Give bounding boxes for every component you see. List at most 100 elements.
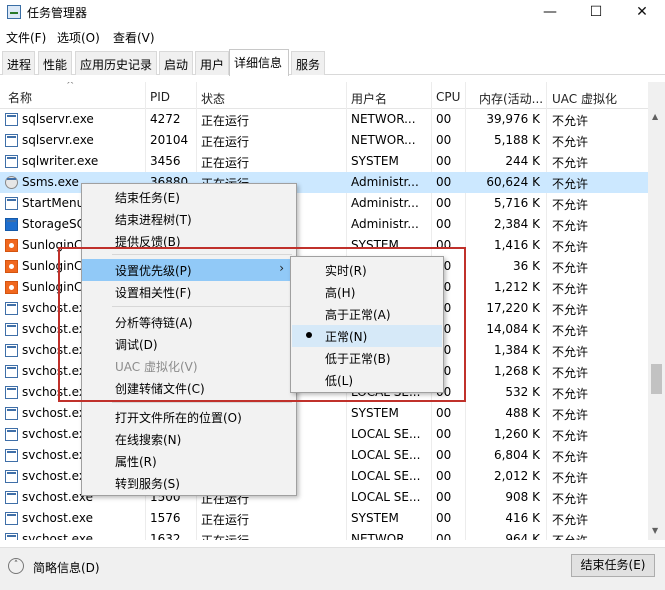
process-icon [5,134,18,147]
menu-view[interactable]: 查看(V) [113,29,155,46]
cell-uac: 不允许 [552,408,589,422]
window-title: 任务管理器 [27,6,88,20]
cell-memory: 6,804 K [493,448,540,462]
process-icon [5,344,18,357]
menu-item-label: 结束进程树(T) [115,213,192,227]
menu-item-properties[interactable]: 属性(R) [82,450,296,472]
minimize-button[interactable]: — [527,0,573,25]
priority-realtime[interactable]: 实时(R) [292,259,442,281]
table-row[interactable]: sqlservr.exe 4272 正在运行 NETWOR... 00 39,976 K 不… [0,109,648,130]
cell-name: sqlwriter.exe [22,154,99,168]
cell-uac: 不允许 [552,198,589,212]
scroll-down-icon[interactable]: ▼ [652,526,658,535]
column-header-pid[interactable]: PID [150,90,170,104]
cell-memory: 39,976 K [486,112,540,126]
collapse-chevron-icon[interactable]: ˄ [8,558,24,574]
cell-uac: 不允许 [552,114,589,128]
menu-item-wait-chain[interactable]: 分析等待链(A) [82,311,296,333]
menu-item-feedback[interactable]: 提供反馈(B) [82,230,296,252]
end-task-button[interactable]: 结束任务(E) [571,554,655,577]
menu-options[interactable]: 选项(O) [57,29,100,46]
tab-performance[interactable]: 性能 [38,51,72,75]
sunlogin-icon [5,281,18,294]
tab-services[interactable]: 服务 [291,51,325,75]
cell-username: LOCAL SE... [351,469,421,483]
menu-file[interactable]: 文件(F) [6,29,46,46]
process-icon [5,155,18,168]
cell-cpu: 00 [436,238,452,252]
cell-memory: 416 K [505,511,540,525]
cell-memory: 2,384 K [493,217,540,231]
cell-status: 正在运行 [201,532,341,540]
menu-item-set-priority[interactable]: 设置优先级(P) › [82,259,296,281]
table-row[interactable]: sqlwriter.exe 3456 正在运行 SYSTEM 00 244 K 不允许 [0,151,648,172]
menu-item-label: 低于正常(B) [325,352,391,366]
cell-memory: 244 K [505,154,540,168]
cell-username: Administr... [351,175,419,189]
priority-below-normal[interactable]: 低于正常(B) [292,347,442,369]
menu-item-debug[interactable]: 调试(D) [82,333,296,355]
cell-uac: 不允许 [552,450,589,464]
column-header-username[interactable]: 用户名 [351,90,387,107]
process-icon [5,113,18,126]
menu-item-search-online[interactable]: 在线搜索(N) [82,428,296,450]
priority-low[interactable]: 低(L) [292,369,442,391]
menu-item-label: 属性(R) [115,455,157,469]
title-bar: 任务管理器 — ☐ ✕ [0,0,665,25]
cell-cpu: 00 [436,469,452,483]
tab-users[interactable]: 用户 [195,51,229,75]
priority-normal[interactable]: 正常(N) [292,325,442,347]
scroll-thumb[interactable] [651,364,662,394]
priority-above-normal[interactable]: 高于正常(A) [292,303,442,325]
menu-separator [112,306,292,307]
close-button[interactable]: ✕ [619,0,665,25]
cell-uac: 不允许 [552,261,589,275]
cell-uac: 不允许 [552,177,589,191]
menu-item-end-process-tree[interactable]: 结束进程树(T) [82,208,296,230]
cell-pid: 20104 [150,133,189,147]
column-header-status[interactable]: 状态 [201,90,225,107]
cell-username: NETWOR... [351,532,416,540]
menu-item-go-to-services[interactable]: 转到服务(S) [82,472,296,494]
menu-item-label: 提供反馈(B) [115,235,181,249]
menu-item-end-task[interactable]: 结束任务(E) [82,186,296,208]
fewer-details-link[interactable]: 简略信息(D) [33,559,100,576]
table-row[interactable]: sqlservr.exe 20104 正在运行 NETWOR... 00 5,188 K 不… [0,130,648,151]
scroll-up-icon[interactable]: ▲ [652,112,658,121]
tab-processes[interactable]: 进程 [2,51,35,75]
process-icon [5,323,18,336]
cell-username: SYSTEM [351,406,399,420]
cell-uac: 不允许 [552,387,589,401]
menu-item-create-dump[interactable]: 创建转储文件(C) [82,377,296,399]
cell-uac: 不允许 [552,303,589,317]
menu-item-label: 低(L) [325,374,354,388]
column-header-memory[interactable]: 内存(活动... [479,90,543,107]
vertical-scrollbar[interactable]: ▲ ▼ [648,82,665,540]
menu-item-open-file-location[interactable]: 打开文件所在的位置(O) [82,406,296,428]
cell-cpu: 00 [436,490,452,504]
cell-uac: 不允许 [552,471,589,485]
column-header-uac[interactable]: UAC 虚拟化 [552,90,617,107]
cell-memory: 1,268 K [493,364,540,378]
cell-memory: 14,084 K [486,322,540,336]
maximize-button[interactable]: ☐ [573,0,619,25]
process-icon [5,197,18,210]
priority-submenu: 实时(R) 高(H) 高于正常(A) 正常(N) 低于正常(B) 低(L) [290,256,444,393]
column-header-cpu[interactable]: CPU [436,90,460,104]
cell-cpu: 00 [436,133,452,147]
cell-uac: 不允许 [552,366,589,380]
menu-item-label: 创建转储文件(C) [115,382,205,396]
menu-item-set-affinity[interactable]: 设置相关性(F) [82,281,296,303]
process-icon [5,533,18,540]
cell-memory: 1,260 K [493,427,540,441]
table-row[interactable]: svchost.exe 1632 正在运行 NETWOR... 00 964 K 不允许 [0,529,648,540]
cell-cpu: 00 [436,196,452,210]
column-header-name[interactable]: 名称 [8,89,32,106]
cell-memory: 1,416 K [493,238,540,252]
priority-high[interactable]: 高(H) [292,281,442,303]
table-row[interactable]: svchost.exe 1576 正在运行 SYSTEM 00 416 K 不允许 [0,508,648,529]
tab-details[interactable]: 详细信息 [229,49,289,76]
tab-app-history[interactable]: 应用历史记录 [75,51,157,75]
cell-status: 正在运行 [201,513,250,527]
tab-startup[interactable]: 启动 [159,51,193,75]
